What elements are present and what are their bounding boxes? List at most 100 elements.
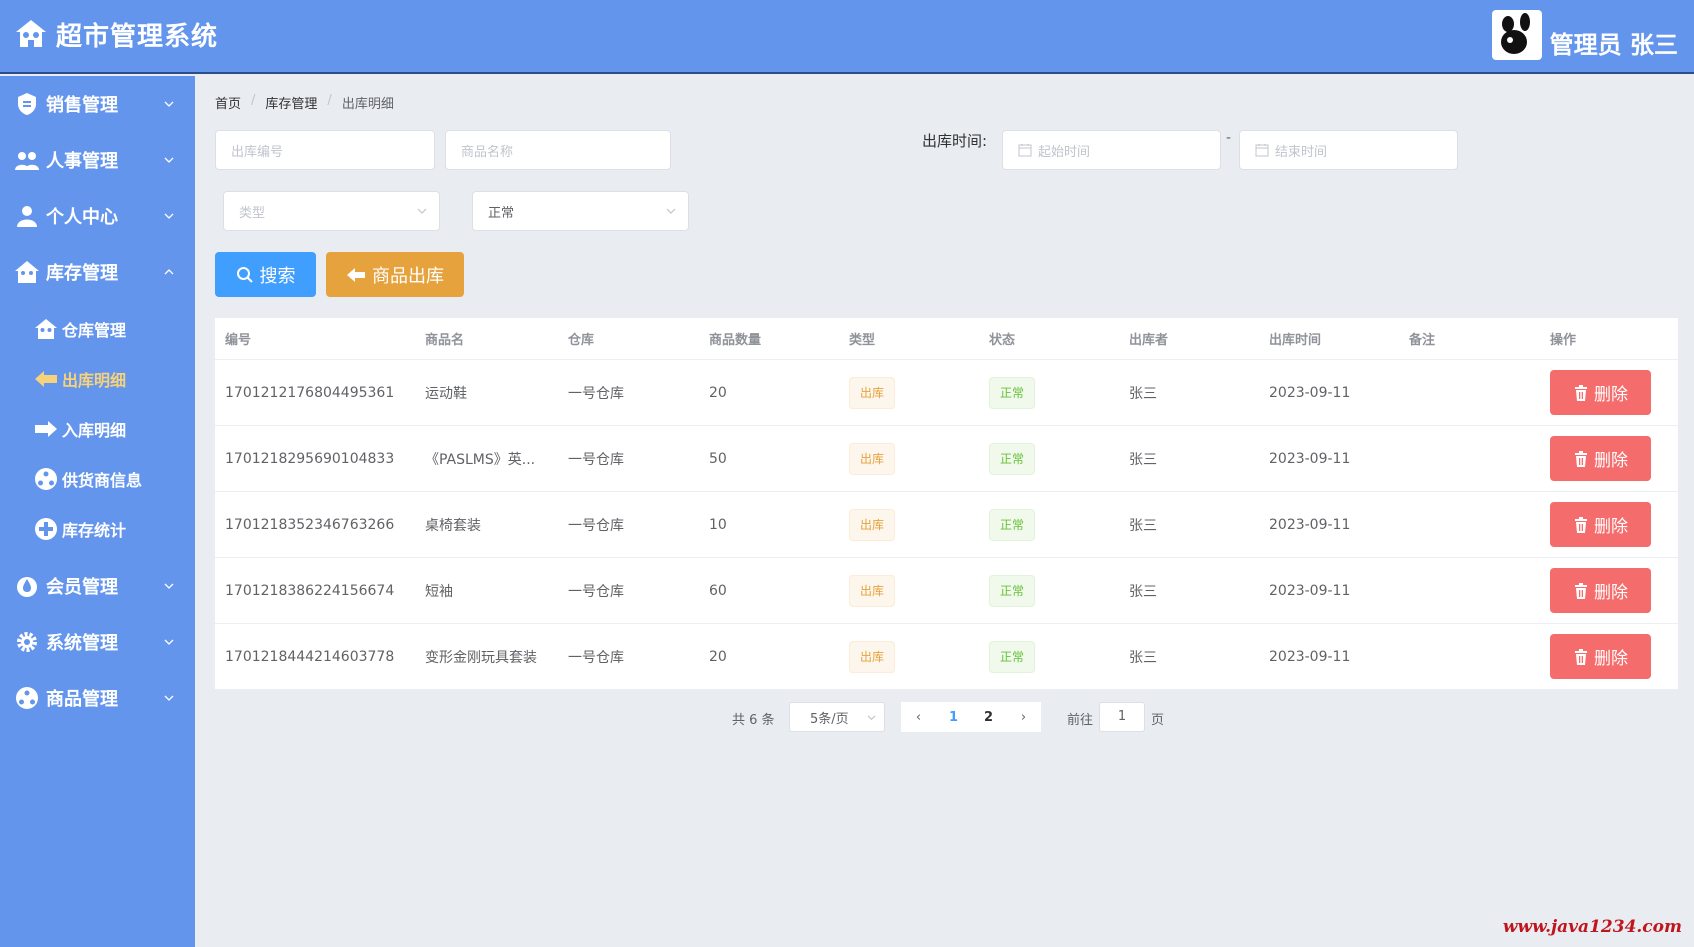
sidebar-item-supplier[interactable]: 供货商信息 <box>0 454 195 504</box>
app-title: 超市管理系统 <box>56 21 219 52</box>
trash-icon <box>1575 648 1587 665</box>
search-button[interactable]: 搜索 <box>215 252 316 297</box>
type-cell: 出库 <box>839 574 979 607</box>
start-time-picker[interactable]: 起始时间 <box>1002 130 1221 170</box>
user-name: 管理员 张三 <box>1549 31 1678 59</box>
status-tag: 正常 <box>989 442 1036 475</box>
cell-warehouse: 一号仓库 <box>568 583 624 600</box>
sidebar-item-label: 供货商信息 <box>62 471 143 490</box>
cell-warehouse: 一号仓库 <box>568 517 624 534</box>
calendar-icon <box>1018 144 1032 157</box>
arrow-right-icon <box>34 417 58 441</box>
sidebar-item-sales[interactable]: 销售管理 <box>0 76 195 132</box>
arrow-left-icon <box>347 267 365 282</box>
status-select[interactable]: 正常 <box>472 191 689 231</box>
cell-operator: 张三 <box>1129 583 1157 600</box>
cell-id: 1701218352346763266 <box>225 516 395 533</box>
page-1-button[interactable]: 1 <box>936 710 971 725</box>
cell-id: 1701218295690104833 <box>225 450 395 467</box>
gear-icon <box>14 629 40 655</box>
column-header: 出库者 <box>1129 333 1169 348</box>
out-no-placeholder: 出库编号 <box>231 144 284 160</box>
sidebar-item-inbound[interactable]: 入库明细 <box>0 404 195 454</box>
cell-qty: 10 <box>709 516 727 533</box>
sidebar-item-label: 库存统计 <box>62 521 127 540</box>
goto-page-input[interactable]: 1 <box>1099 702 1145 732</box>
sidebar-item-stats[interactable]: 库存统计 <box>0 504 195 554</box>
cell-time: 2023-09-11 <box>1269 516 1351 533</box>
actions-cell: 删除 <box>1540 370 1678 415</box>
breadcrumb-current: 出库明细 <box>341 97 394 112</box>
sidebar-item-system[interactable]: 系统管理 <box>0 614 195 670</box>
cell-operator: 张三 <box>1129 649 1157 666</box>
breadcrumb-home[interactable]: 首页 <box>215 93 241 112</box>
sidebar-item-hr[interactable]: 人事管理 <box>0 132 195 188</box>
delete-button[interactable]: 删除 <box>1550 634 1651 679</box>
goods-out-button-label: 商品出库 <box>372 265 444 287</box>
status-cell: 正常 <box>979 442 1119 475</box>
type-placeholder: 类型 <box>239 205 266 221</box>
prev-page-button[interactable]: ‹ <box>901 710 936 725</box>
status-tag: 正常 <box>989 376 1036 409</box>
cell-qty: 50 <box>709 450 727 467</box>
cell-name: 桌椅套装 <box>425 517 481 534</box>
chevron-down-icon <box>867 715 876 721</box>
chevron-down-icon <box>164 583 174 589</box>
cell-time: 2023-09-11 <box>1269 582 1351 599</box>
sidebar-item-members[interactable]: 会员管理 <box>0 558 195 614</box>
sidebar-item-personal[interactable]: 个人中心 <box>0 188 195 244</box>
out-no-input[interactable]: 出库编号 <box>215 130 435 170</box>
cell-qty: 60 <box>709 582 727 599</box>
actions-cell: 删除 <box>1540 436 1678 481</box>
cell-qty: 20 <box>709 384 727 401</box>
cell-warehouse: 一号仓库 <box>568 385 624 402</box>
trash-icon <box>1575 384 1587 401</box>
sidebar-item-goods[interactable]: 商品管理 <box>0 670 195 726</box>
drop-icon <box>14 573 40 599</box>
out-time-label: 出库时间: <box>922 132 988 150</box>
column-header: 备注 <box>1409 333 1436 348</box>
delete-button[interactable]: 删除 <box>1550 370 1651 415</box>
user-info[interactable]: 管理员 张三 <box>1491 10 1678 60</box>
end-time-picker[interactable]: 结束时间 <box>1239 130 1458 170</box>
type-select[interactable]: 类型 <box>223 191 440 231</box>
trash-icon <box>1575 450 1587 467</box>
people-icon <box>14 147 40 173</box>
page-size-select[interactable]: 5条/页 <box>789 702 885 732</box>
cell-id: 1701218386224156674 <box>225 582 395 599</box>
delete-button[interactable]: 删除 <box>1550 436 1651 481</box>
chevron-up-icon <box>164 269 174 275</box>
pagination-total: 共 6 条 <box>732 713 775 728</box>
calendar-icon <box>1255 144 1269 157</box>
search-button-label: 搜索 <box>259 265 296 287</box>
brand: 超市管理系统 <box>14 14 218 54</box>
breadcrumb-inventory[interactable]: 库存管理 <box>265 93 317 112</box>
plus-circle-icon <box>34 517 58 541</box>
panda-avatar-icon <box>1500 13 1530 54</box>
sidebar-item-inventory[interactable]: 库存管理 <box>0 244 195 300</box>
goods-out-button[interactable]: 商品出库 <box>326 252 464 297</box>
chevron-down-icon <box>164 213 174 219</box>
delete-button[interactable]: 删除 <box>1550 568 1651 613</box>
cell-operator: 张三 <box>1129 385 1157 402</box>
sidebar-item-label: 人事管理 <box>46 151 118 172</box>
table-row: 1701218352346763266 桌椅套装 一号仓库 10 出库 正常 张… <box>215 492 1678 558</box>
cell-id: 1701218444214603778 <box>225 648 395 665</box>
delete-button-label: 删除 <box>1594 385 1628 405</box>
main-content: 首页 / 库存管理 / 出库明细 出库编号 商品名称 出库时间: 起始时间 - … <box>195 76 1694 947</box>
delete-button-label: 删除 <box>1594 649 1628 669</box>
cell-warehouse: 一号仓库 <box>568 451 624 468</box>
column-header: 操作 <box>1550 333 1577 348</box>
sidebar-item-warehouse[interactable]: 仓库管理 <box>0 304 195 354</box>
delete-button[interactable]: 删除 <box>1550 502 1651 547</box>
trash-icon <box>1575 582 1587 599</box>
sidebar-item-outbound[interactable]: 出库明细 <box>0 354 195 404</box>
sidebar-item-label: 出库明细 <box>62 371 127 390</box>
cell-id: 1701212176804495361 <box>225 384 395 401</box>
next-page-button[interactable]: › <box>1006 710 1041 725</box>
avatar[interactable] <box>1491 10 1542 60</box>
actions-cell: 删除 <box>1540 502 1678 547</box>
page-2-button[interactable]: 2 <box>971 710 1006 725</box>
goods-name-input[interactable]: 商品名称 <box>445 130 671 170</box>
search-icon <box>236 266 253 283</box>
